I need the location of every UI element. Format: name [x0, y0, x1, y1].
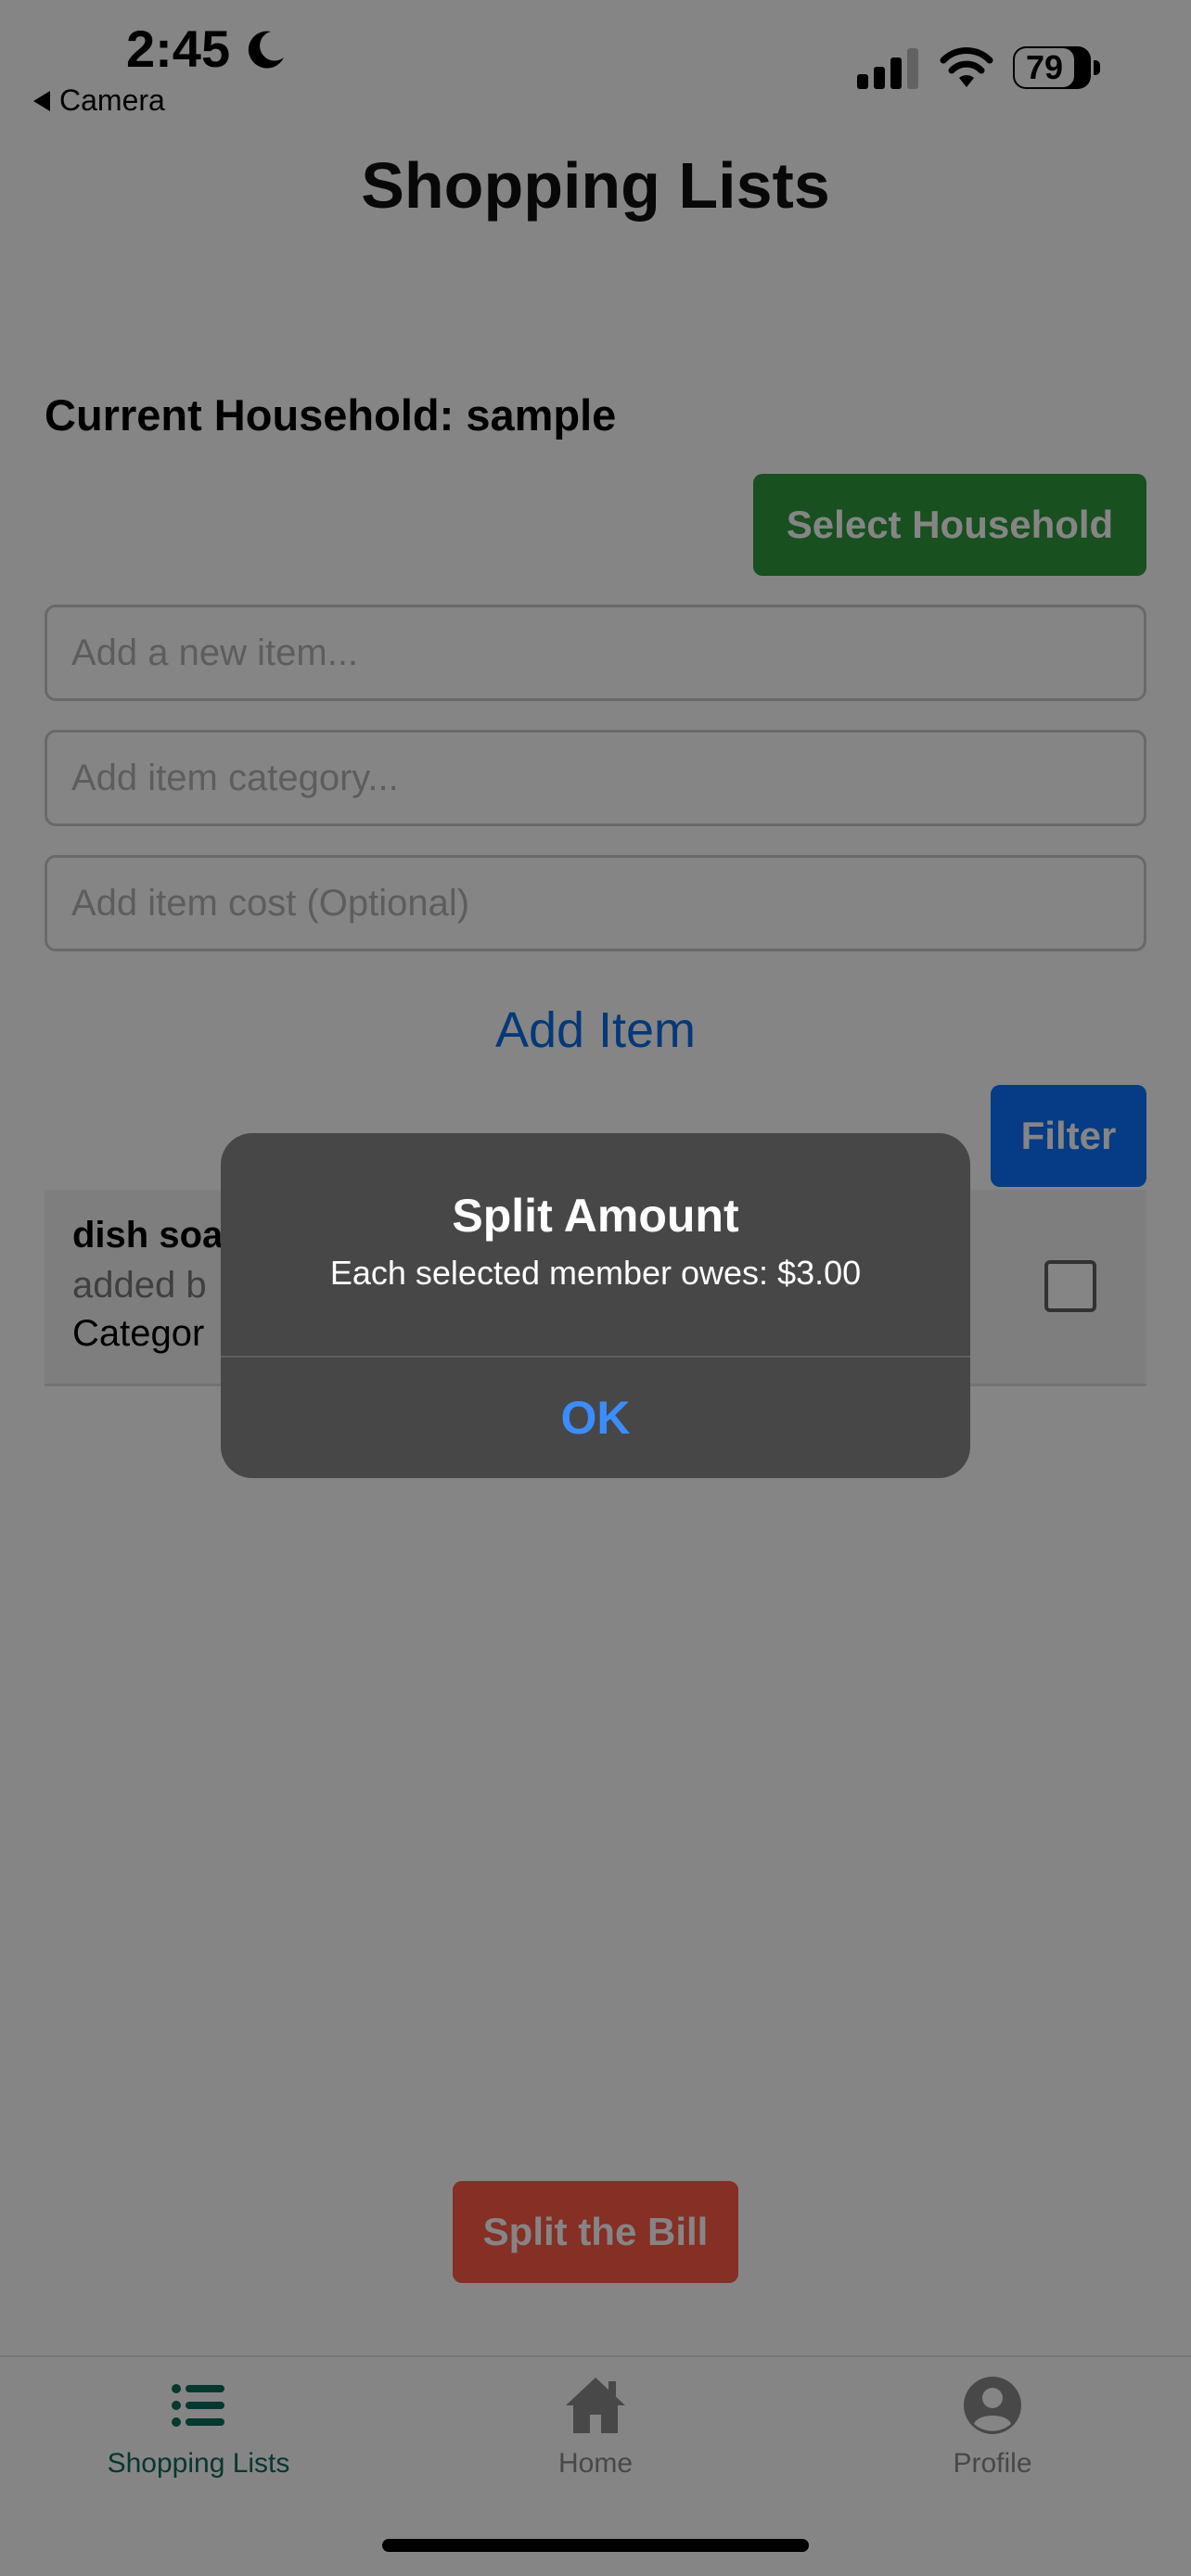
alert-ok-button[interactable]: OK	[221, 1358, 970, 1478]
alert-message: Each selected member owes: $3.00	[329, 1254, 862, 1292]
split-amount-alert: Split Amount Each selected member owes: …	[221, 1133, 970, 1478]
alert-title: Split Amount	[452, 1190, 739, 1242]
